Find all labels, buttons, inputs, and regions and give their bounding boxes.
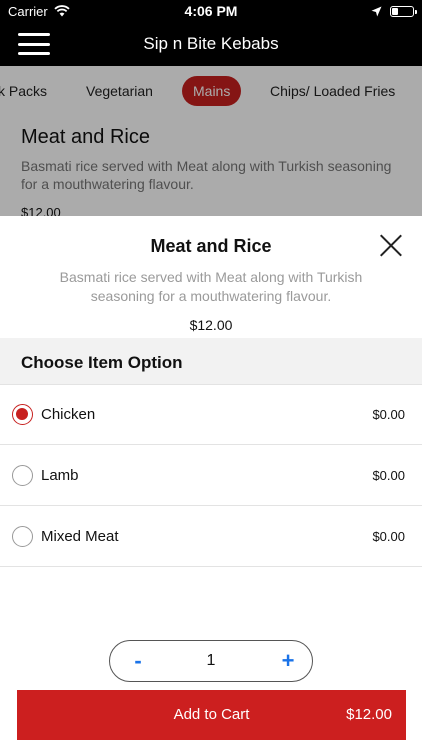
close-icon[interactable] [380,234,402,256]
sheet-title: Meat and Rice [150,236,272,256]
option-price: $0.00 [372,407,405,422]
radio-selected-icon[interactable] [12,404,33,425]
location-arrow-icon [371,6,382,16]
quantity-stepper: - 1 + [109,640,313,682]
battery-icon [390,5,417,17]
options-header: Choose Item Option [0,338,422,384]
modal-backdrop[interactable] [0,66,422,216]
sheet-description: Basmati rice served with Meat along with… [59,269,363,304]
wifi-icon [54,5,70,17]
option-label: Mixed Meat [41,527,119,545]
option-label: Lamb [41,466,79,484]
option-mixed-meat[interactable]: Mixed Meat $0.00 [0,506,422,567]
radio-unselected-icon[interactable] [12,525,33,547]
add-to-cart-button[interactable]: Add to Cart $12.00 [17,690,406,740]
radio-unselected-icon[interactable] [12,464,33,486]
option-price: $0.00 [372,467,405,483]
carrier-label: Carrier [8,3,48,19]
option-chicken[interactable]: Chicken $0.00 [0,384,422,445]
nav-bar: Sip n Bite Kebabs [0,22,422,66]
option-label: Chicken [41,406,96,423]
cart-total: $12.00 [346,706,392,723]
status-bar: Carrier 4:06 PM [0,0,422,22]
option-lamb[interactable]: Lamb $0.00 [0,445,422,506]
options-list: Chicken $0.00 Lamb $0.00 Mixed Meat $0.0… [0,384,422,567]
sheet-price: $12.00 [189,317,233,333]
decrement-button[interactable]: - [118,641,158,681]
restaurant-title: Sip n Bite Kebabs [143,34,279,53]
option-price: $0.00 [372,528,405,544]
hamburger-icon[interactable] [18,30,50,58]
increment-button[interactable]: + [268,641,308,681]
item-options-sheet: Meat and Rice Basmati rice served with M… [0,216,422,750]
